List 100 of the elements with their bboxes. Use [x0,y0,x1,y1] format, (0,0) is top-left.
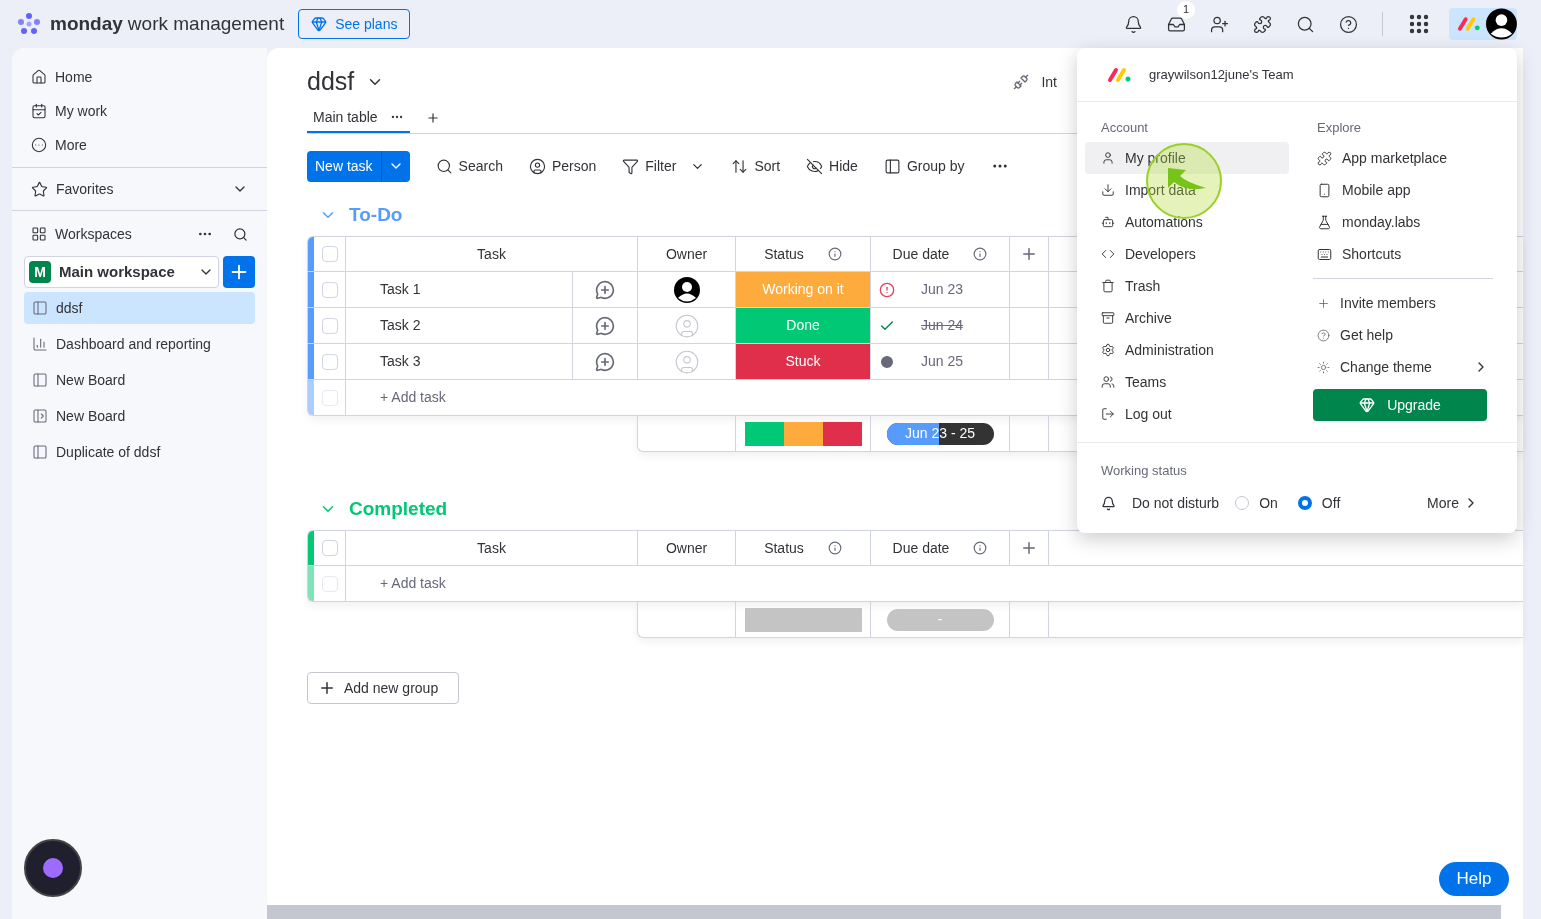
search-icon [435,157,453,175]
add-update-icon[interactable] [595,315,615,336]
add-update-icon[interactable] [595,279,615,300]
apps-grid-icon[interactable] [1407,12,1431,36]
board-item[interactable]: New Board [24,400,255,432]
account-button[interactable] [1449,8,1517,40]
menu-item[interactable]: Change theme [1313,351,1493,383]
notifications-icon[interactable] [1124,14,1143,34]
horizontal-scrollbar[interactable] [267,905,1501,919]
board-title[interactable]: ddsf [307,63,355,101]
menu-item[interactable]: Shortcuts [1313,238,1493,270]
board-item[interactable]: Dashboard and reporting [24,328,255,360]
add-task-input[interactable]: + Add task [380,573,446,594]
status-label[interactable]: Stuck [736,344,871,379]
brand-subtitle: work management [127,11,285,36]
code-icon [1101,247,1115,261]
phone-icon [1317,182,1332,198]
nav-item[interactable]: More [55,134,87,156]
nav-item[interactable]: Home [55,66,93,88]
assistant-button[interactable] [24,839,82,897]
inbox-badge: 1 [1177,0,1195,19]
board-item[interactable]: Duplicate of ddsf [24,436,255,468]
puzzle-icon[interactable] [1253,14,1272,34]
due-date[interactable]: Jun 24 [921,315,964,336]
more-link[interactable]: More [1427,492,1459,514]
workspace-selector[interactable]: M Main workspace [24,256,219,288]
search-icon[interactable] [1296,14,1315,34]
toolbar-button[interactable]: Filter [645,155,677,177]
menu-item[interactable]: Log out [1085,398,1289,430]
board-icon [32,372,48,388]
brand-name: monday [50,11,123,36]
due-date[interactable]: Jun 25 [921,351,964,372]
menu-item[interactable]: Archive [1085,302,1289,334]
select-all-checkbox[interactable] [321,540,338,556]
help-button[interactable]: Help [1439,862,1509,896]
radio-option[interactable]: Off [1297,492,1341,514]
team-name: graywilson12june's Team [1149,65,1294,84]
star-icon [31,180,48,198]
task-name[interactable]: Task 1 [380,279,421,300]
favorites-section[interactable]: Favorites [56,178,224,200]
integrate-button[interactable]: Int [1041,71,1057,93]
add-task-input[interactable]: + Add task [380,387,446,408]
view-tab[interactable]: Main table [307,103,410,133]
toolbar-button[interactable]: Sort [754,155,781,177]
person-avatar-icon[interactable] [673,276,700,303]
flower-logo-icon [16,11,42,37]
menu-item[interactable]: Invite members [1313,287,1493,319]
row-checkbox[interactable] [321,281,338,298]
menu-item[interactable]: Get help [1313,319,1493,351]
toolbar-button[interactable]: Group by [906,155,965,177]
toolbar-button[interactable]: Person [551,155,597,177]
menu-item[interactable]: Teams [1085,366,1289,398]
board-item[interactable]: ddsf [24,292,255,324]
board-item[interactable]: New Board [24,364,255,396]
due-date[interactable]: Jun 23 [921,279,964,300]
menu-item[interactable]: Mobile app [1313,174,1493,206]
chart-icon [32,336,48,352]
menu-item[interactable]: Automations [1085,206,1289,238]
see-plans-button[interactable]: See plans [298,9,411,39]
plus-icon [318,679,336,697]
add-column-icon[interactable] [1020,539,1038,557]
row-checkbox[interactable] [321,317,338,334]
plug-icon[interactable] [1013,74,1030,90]
invite-icon[interactable] [1210,14,1229,34]
toolbar-button[interactable]: Hide [829,155,858,177]
section-title: Account [1101,120,1148,135]
workspace-badge: M [29,261,51,283]
add-column-icon[interactable] [1020,245,1038,263]
timeline-range: - [937,610,943,629]
menu-item[interactable]: App marketplace [1313,142,1493,174]
workspaces-label: Workspaces [55,224,133,244]
ellipsis-circle-icon [31,137,47,153]
board-icon [32,444,48,460]
row-checkbox[interactable] [321,353,338,370]
select-all-checkbox[interactable] [321,246,338,262]
upgrade-button[interactable]: Upgrade [1313,389,1487,421]
menu-item[interactable]: Administration [1085,334,1289,366]
grid-icon [31,226,47,242]
task-name[interactable]: Task 3 [380,351,421,372]
diamond-icon [1359,397,1376,413]
toolbar-button[interactable]: Search [458,155,503,177]
add-workspace-item-button[interactable] [223,256,255,288]
radio-button[interactable] [1297,496,1312,510]
help-icon[interactable] [1339,14,1358,34]
menu-item[interactable]: Trash [1085,270,1289,302]
sun-icon [1317,360,1330,374]
radio-option[interactable]: On [1235,492,1278,514]
dnd-label: Do not disturb [1132,493,1220,513]
person-icon [528,157,546,175]
download-icon [1101,183,1115,197]
menu-item[interactable]: Developers [1085,238,1289,270]
task-name[interactable]: Task 2 [380,315,421,336]
column-header: Due date [892,538,950,558]
add-group-button[interactable]: Add new group [307,672,459,704]
add-update-icon[interactable] [595,351,615,372]
nav-item[interactable]: My work [55,100,108,122]
add-view-icon[interactable] [425,111,440,125]
search-icon[interactable] [233,226,248,242]
home-icon [31,69,47,85]
menu-item[interactable]: monday.labs [1313,206,1493,238]
